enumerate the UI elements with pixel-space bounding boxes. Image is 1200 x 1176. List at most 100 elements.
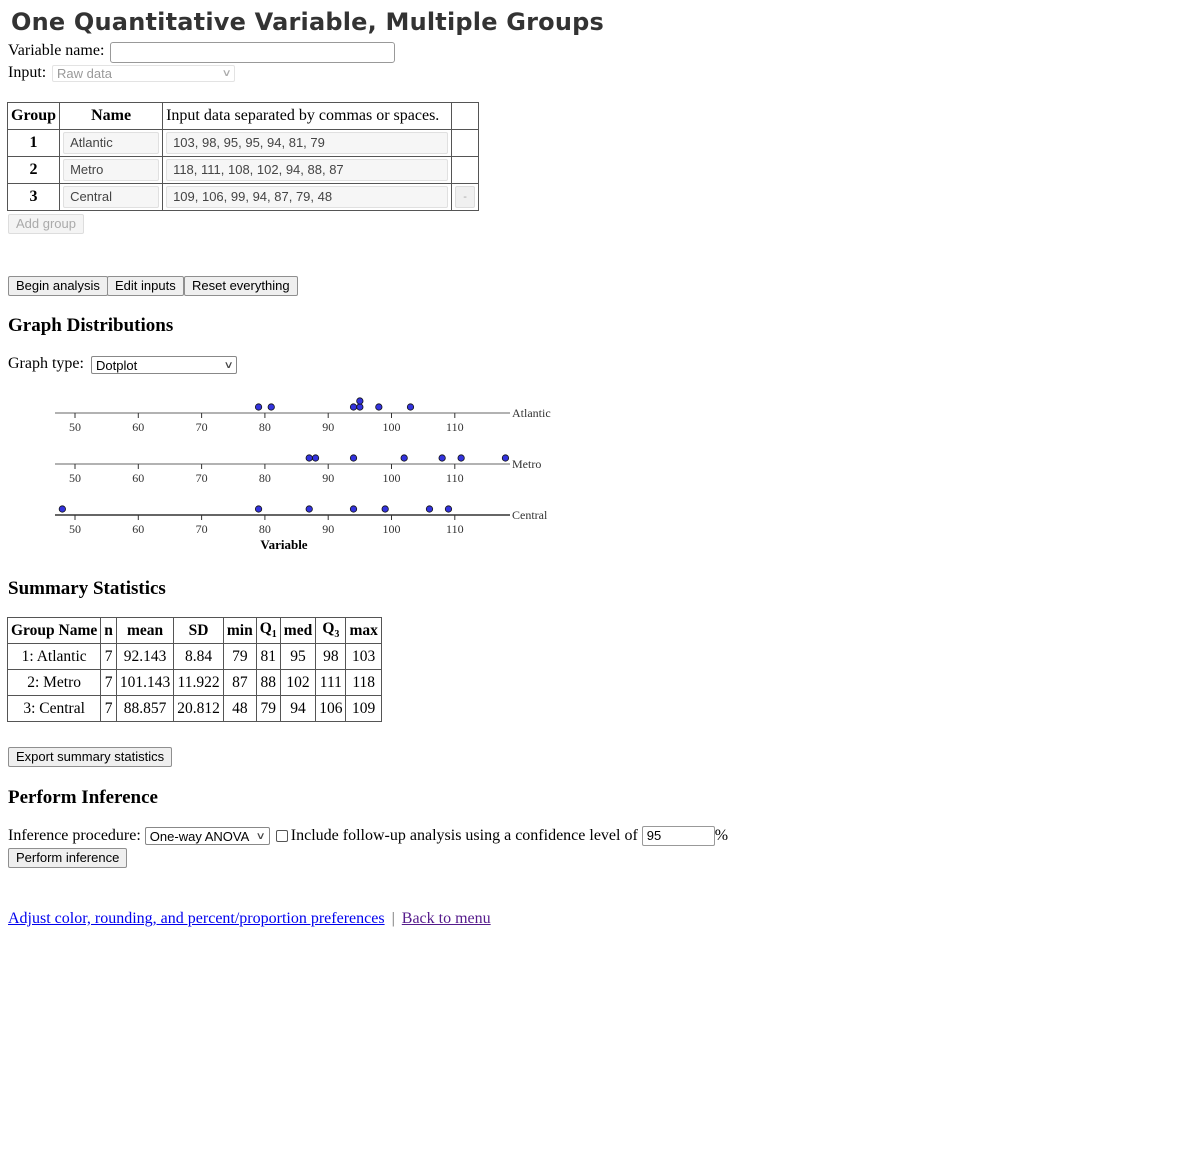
header-actions — [451, 102, 480, 130]
input-mode-select[interactable]: Raw data ∨ — [52, 65, 235, 82]
data-point — [375, 403, 383, 411]
data-point — [349, 505, 358, 513]
col-n: n — [100, 617, 117, 644]
group-data-input[interactable]: 109, 106, 99, 94, 87, 79, 48 — [166, 186, 449, 208]
data-point — [349, 403, 358, 411]
cell: 103 — [345, 643, 382, 670]
data-point — [254, 403, 263, 411]
data-point — [406, 403, 415, 411]
data-point — [381, 505, 389, 513]
tick-label: 110 — [446, 471, 464, 485]
tick-label: 90 — [322, 420, 334, 434]
tick-label: 50 — [69, 522, 81, 536]
tick-label: 70 — [196, 522, 208, 536]
group-name-input[interactable]: Central — [63, 186, 160, 208]
chevron-down-icon: ∨ — [223, 359, 234, 371]
col-sd: SD — [173, 617, 224, 644]
data-point — [58, 505, 66, 513]
tick-label: 90 — [322, 471, 334, 485]
summary-header-row: Group Name n mean SD min Q1 med Q3 max — [6, 617, 382, 644]
followup-checkbox[interactable] — [275, 830, 288, 842]
cell: 98 — [315, 643, 347, 670]
tick-label: 80 — [259, 522, 271, 536]
group-actions — [451, 129, 480, 157]
tick-label: 60 — [132, 471, 144, 485]
dotplot-chart: Variable 50 60 70 80 90 100 110 Atlantic 50 60 70 8… — [55, 397, 551, 552]
group-name-input[interactable]: Metro — [63, 159, 160, 181]
variable-name-label: Variable name: — [8, 42, 105, 59]
followup-label: Include follow-up analysis using a confi… — [290, 827, 638, 844]
group-data-input[interactable]: 118, 111, 108, 102, 94, 88, 87 — [166, 159, 449, 181]
data-point — [457, 454, 465, 462]
summary-table: Group Name n mean SD min Q1 med Q3 max 1… — [6, 617, 382, 722]
x-axis-label: Variable — [260, 537, 307, 552]
group-label: Atlantic — [512, 406, 551, 420]
input-mode-value: Raw data — [57, 66, 112, 81]
cell: 1: Atlantic — [6, 643, 102, 670]
group-row: 3 Central 109, 106, 99, 94, 87, 79, 48 - — [6, 183, 480, 211]
data-point — [438, 454, 446, 462]
cell: 101.143 — [115, 669, 175, 696]
group-number: 2 — [6, 156, 61, 184]
perform-inference-button[interactable]: Perform inference — [8, 848, 128, 868]
data-point — [254, 505, 263, 513]
group-row: 2 Metro 118, 111, 108, 102, 94, 88, 87 — [6, 156, 480, 184]
tick-label: 50 — [69, 420, 81, 434]
cell: 20.812 — [173, 695, 224, 722]
group-number: 1 — [6, 129, 61, 157]
col-med: med — [279, 617, 317, 644]
inference-row: Inference procedure: One-way ANOVA ∨ Inc… — [8, 826, 728, 846]
begin-analysis-button[interactable]: Begin analysis — [8, 276, 108, 296]
back-to-menu-link[interactable]: Back to menu — [402, 910, 491, 927]
cell: 92.143 — [115, 643, 175, 670]
data-point — [444, 505, 453, 513]
cell: 111 — [315, 669, 347, 696]
cell: 79 — [222, 643, 257, 670]
tick-label: 100 — [383, 522, 401, 536]
cell: 2: Metro — [6, 669, 102, 696]
variable-name-input[interactable] — [110, 42, 395, 63]
data-point — [305, 454, 313, 462]
preferences-link[interactable]: Adjust color, rounding, and percent/prop… — [8, 910, 385, 927]
add-group-button[interactable]: Add group — [8, 214, 84, 234]
data-point — [400, 454, 408, 462]
tick-label: 80 — [259, 420, 271, 434]
summary-heading: Summary Statistics — [8, 578, 166, 599]
graph-type-value: Dotplot — [96, 357, 138, 373]
header-name: Name — [59, 102, 164, 130]
graph-type-select[interactable]: Dotplot ∨ — [91, 356, 237, 374]
export-summary-button[interactable]: Export summary statistics — [8, 747, 173, 767]
group-row: 1 Atlantic 103, 98, 95, 95, 94, 81, 79 — [6, 129, 480, 157]
col-max: max — [345, 617, 382, 644]
cell: 87 — [222, 669, 257, 696]
tick-label: 110 — [446, 522, 464, 536]
group-name-input[interactable]: Atlantic — [63, 132, 160, 154]
col-q3: Q3 — [315, 617, 347, 644]
cell: 8.84 — [173, 643, 224, 670]
cell: 118 — [345, 669, 382, 696]
col-min: min — [222, 617, 257, 644]
remove-group-button[interactable]: - — [455, 186, 476, 208]
chevron-down-icon: ∨ — [221, 68, 232, 79]
cell: 109 — [345, 695, 382, 722]
data-point — [501, 454, 510, 462]
summary-row: 3: Central 7 88.857 20.812 48 79 94 106 … — [6, 695, 382, 722]
dotplot-row-metro: 50 60 70 80 90 100 110 Metro — [55, 454, 541, 485]
procedure-select[interactable]: One-way ANOVA ∨ — [144, 827, 270, 845]
group-label: Metro — [512, 457, 541, 471]
tick-label: 100 — [383, 420, 401, 434]
dotplot-row-atlantic: 50 60 70 80 90 100 110 Atlantic — [55, 397, 551, 434]
cell: 95 — [279, 643, 317, 670]
tick-label: 60 — [132, 522, 144, 536]
reset-everything-button[interactable]: Reset everything — [184, 276, 298, 296]
tick-label: 110 — [446, 420, 464, 434]
tick-label: 70 — [196, 471, 208, 485]
col-group-name: Group Name — [6, 617, 102, 644]
group-label: Central — [512, 508, 548, 522]
edit-inputs-button[interactable]: Edit inputs — [107, 276, 184, 296]
confidence-input[interactable]: 95 — [641, 826, 715, 846]
group-data-input[interactable]: 103, 98, 95, 95, 94, 81, 79 — [166, 132, 449, 154]
group-number: 3 — [6, 183, 61, 211]
procedure-value: One-way ANOVA — [149, 828, 250, 844]
cell: 88 — [255, 669, 281, 696]
